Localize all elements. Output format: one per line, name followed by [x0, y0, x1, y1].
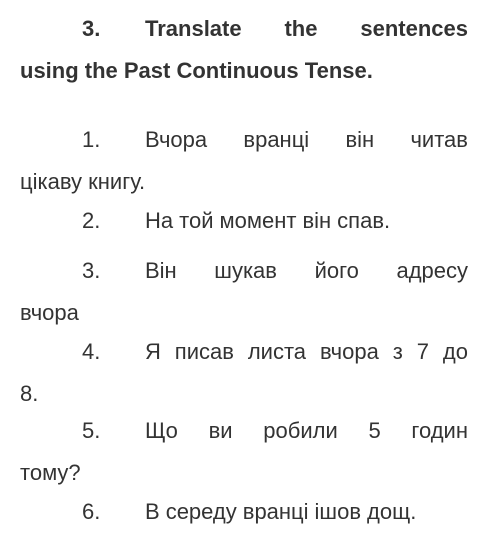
sentence-item-1: 1. Вчора вранці він читав цікаву книгу. [20, 119, 468, 203]
sentence-continuation: 8. [20, 381, 39, 406]
sentence-word: той [179, 208, 214, 233]
sentence-word: з [392, 339, 403, 364]
sentence-word: Я [145, 339, 161, 364]
task-heading-word: Translate [145, 16, 242, 41]
sentence-continuation: вчора [20, 300, 79, 325]
sentence-first-line: 4. Я писав листа вчора з 7 до [20, 331, 468, 373]
sentence-word: він [302, 208, 332, 233]
task-heading-continuation: using the Past Continuous Tense. [20, 58, 373, 83]
sentence-item-3: 3. Він шукав його адресу вчора [20, 250, 468, 334]
sentence-word: момент [219, 208, 297, 233]
sentence-word: робили [263, 418, 338, 443]
sentence-word: до [442, 339, 468, 364]
sentence-word: шукав [214, 258, 277, 283]
sentence-words: Він шукав його адресу [145, 250, 468, 292]
sentence-number: 3. [82, 258, 101, 283]
task-heading-word: the [284, 16, 318, 41]
task-number: 3. [82, 16, 101, 41]
task-heading: 3. Translate the sentences using the Pas… [20, 8, 468, 92]
sentence-word: адресу [396, 258, 468, 283]
sentence-words: Що ви робили 5 годин [145, 410, 468, 452]
sentence-words: На той момент він спав. [145, 200, 468, 242]
sentence-word: ви [208, 418, 233, 443]
sentence-item-2: 2. На той момент він спав. [20, 200, 468, 242]
sentence-word: його [314, 258, 359, 283]
sentence-word: 5 [368, 418, 381, 443]
sentence-words: Вчора вранці він читав [145, 119, 468, 161]
sentence-continuation: цікаву книгу. [20, 169, 146, 194]
sentence-first-line: 2. На той момент він спав. [20, 200, 468, 242]
sentence-number: 5. [82, 418, 101, 443]
sentence-number: 6. [82, 499, 101, 524]
sentence-word: писав [174, 339, 234, 364]
sentence-number: 4. [82, 339, 101, 364]
sentence-first-line: 5. Що ви робили 5 годин [20, 410, 468, 452]
sentence-word: В [145, 499, 160, 524]
task-heading-line-1: 3. Translate the sentences [20, 8, 468, 50]
sentence-word: читав [410, 127, 468, 152]
sentence-word: дощ. [367, 499, 417, 524]
sentence-word: вчора [319, 339, 379, 364]
sentence-word: На [145, 208, 174, 233]
sentence-word: 7 [416, 339, 429, 364]
sentence-words: В середу вранці ішов дощ. [145, 491, 468, 533]
sentence-number: 1. [82, 127, 101, 152]
sentence-word: спав. [337, 208, 391, 233]
sentence-item-5: 5. Що ви робили 5 годин тому? [20, 410, 468, 494]
task-heading-words: Translate the sentences [145, 8, 468, 50]
sentence-item-4: 4. Я писав листа вчора з 7 до 8. [20, 331, 468, 415]
sentence-word: ішов [314, 499, 362, 524]
sentence-word: вранці [243, 127, 310, 152]
sentence-word: він [345, 127, 375, 152]
sentence-word: годин [411, 418, 468, 443]
sentence-word: листа [247, 339, 307, 364]
sentence-first-line: 3. Він шукав його адресу [20, 250, 468, 292]
sentence-first-line: 6. В середу вранці ішов дощ. [20, 491, 468, 533]
sentence-words: Я писав листа вчора з 7 до [145, 331, 468, 373]
sentence-word: Він [145, 258, 177, 283]
document-page: 3. Translate the sentences using the Pas… [0, 0, 500, 526]
sentence-word: середу [165, 499, 237, 524]
sentence-item-6: 6. В середу вранці ішов дощ. [20, 491, 468, 533]
sentence-word: Що [145, 418, 178, 443]
sentence-word: Вчора [145, 127, 208, 152]
sentence-word: вранці [242, 499, 309, 524]
sentence-number: 2. [82, 208, 101, 233]
sentence-first-line: 1. Вчора вранці він читав [20, 119, 468, 161]
sentence-continuation: тому? [20, 460, 81, 485]
task-heading-word: sentences [360, 16, 468, 41]
